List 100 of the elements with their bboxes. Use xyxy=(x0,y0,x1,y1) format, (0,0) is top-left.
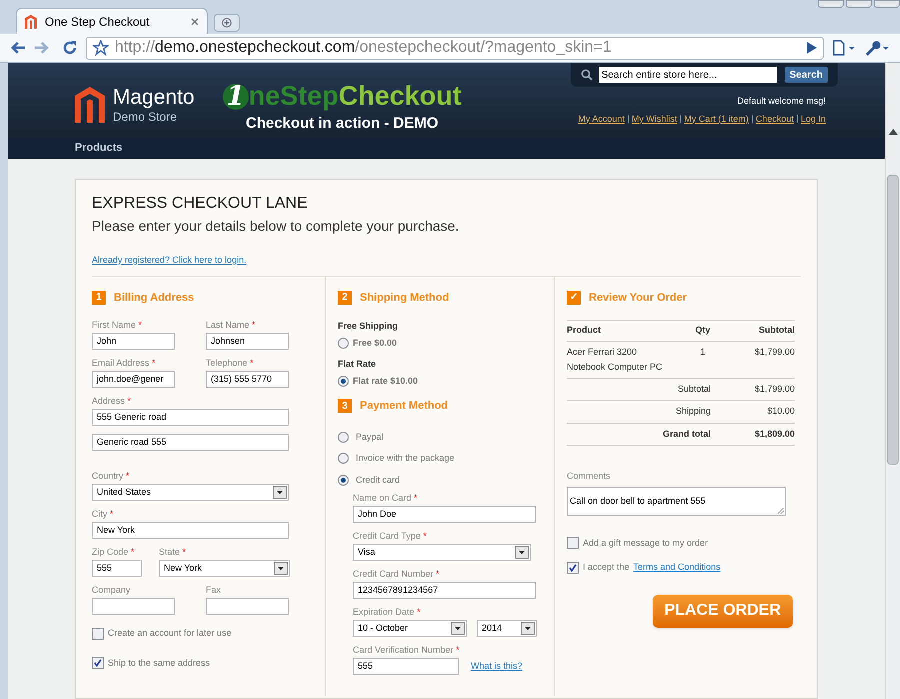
text-field[interactable]: Generic road 555 xyxy=(92,434,289,451)
field-label: Zip Code * xyxy=(92,547,136,558)
text-field[interactable]: John Doe xyxy=(353,506,536,523)
magento-logo-icon xyxy=(75,87,105,123)
header-link[interactable]: Log In xyxy=(800,112,826,126)
dropdown-caret-icon xyxy=(274,562,288,575)
section-title: Billing Address xyxy=(114,290,194,306)
text-field[interactable] xyxy=(206,598,289,615)
column-header: Product xyxy=(567,324,602,337)
text-field[interactable]: 555 Generic road xyxy=(92,409,289,426)
text-field[interactable]: John xyxy=(92,333,175,350)
back-arrow-icon[interactable] xyxy=(10,41,26,55)
text-field[interactable]: 555 xyxy=(92,560,142,577)
url-text: http://demo.onestepcheckout.com/onestepcheckout/?magento_skin=1 xyxy=(115,38,613,58)
text-field[interactable]: 555 xyxy=(353,658,459,675)
address-bar[interactable]: http://demo.onestepcheckout.com/onestepcheckout/?magento_skin=1 xyxy=(86,36,824,60)
store-subtitle: Demo Store xyxy=(113,111,178,123)
checkbox[interactable] xyxy=(567,562,579,574)
field-label: State * xyxy=(159,547,188,558)
select-field[interactable]: New York xyxy=(159,560,290,577)
section-title: Payment Method xyxy=(360,399,448,414)
store-name: Magento xyxy=(113,87,195,108)
select-field[interactable]: United States xyxy=(92,484,289,501)
dropdown-caret-icon xyxy=(451,622,465,635)
section-title: Shipping Method xyxy=(360,290,450,306)
scroll-up-icon[interactable] xyxy=(888,129,898,135)
text-field[interactable]: Johnsen xyxy=(206,333,289,350)
field-label: Fax xyxy=(206,585,222,596)
checkbox-label: Add a gift message to my order xyxy=(583,536,708,550)
radio-label: Flat rate $10.00 xyxy=(353,374,418,388)
table-cell-text: $1,799.00 xyxy=(754,346,795,358)
close-icon[interactable] xyxy=(191,18,199,26)
shipping-group-title: Free Shipping xyxy=(338,320,400,333)
reload-icon[interactable] xyxy=(62,40,78,56)
radio-button[interactable] xyxy=(338,338,349,349)
dropdown-caret-icon xyxy=(521,622,535,635)
tab-title: One Step Checkout xyxy=(45,14,151,30)
radio-button[interactable] xyxy=(338,376,349,387)
total-value: $1,799.00 xyxy=(754,382,795,396)
maximize-button[interactable] xyxy=(846,0,872,8)
text-field[interactable]: 1234567891234567 xyxy=(353,582,536,599)
browser-tab[interactable]: One Step Checkout xyxy=(16,8,208,34)
checkbox[interactable] xyxy=(567,537,579,550)
text-field[interactable]: (315) 555 5770 xyxy=(206,371,289,388)
text-field[interactable]: john.doe@gener xyxy=(92,371,175,388)
header-link[interactable]: My Cart (1 item) xyxy=(684,112,749,126)
field-label: Name on Card * xyxy=(353,493,419,504)
header-link[interactable]: My Wishlist xyxy=(632,112,678,126)
select-field[interactable]: 2014 xyxy=(477,620,537,637)
total-label: Subtotal xyxy=(676,382,712,396)
checkbox[interactable] xyxy=(92,657,104,670)
scrollbar[interactable] xyxy=(885,63,900,699)
radio-button[interactable] xyxy=(338,474,349,486)
dropdown-caret-icon xyxy=(273,486,287,499)
text-field[interactable] xyxy=(92,598,175,615)
nav-link[interactable]: Products xyxy=(75,140,123,157)
help-link[interactable]: What is this? xyxy=(471,660,523,674)
field-label: Email Address * xyxy=(92,358,157,369)
step-number: 3 xyxy=(338,399,352,414)
terms-link[interactable]: Terms and Conditions xyxy=(634,561,721,574)
select-field[interactable]: Visa xyxy=(353,544,531,561)
window-close-button[interactable] xyxy=(874,0,900,8)
field-label: First Name * xyxy=(92,320,144,331)
step-number: 1 xyxy=(92,290,106,305)
search-field[interactable]: Search entire store here... xyxy=(598,67,777,83)
search-icon xyxy=(580,69,593,81)
checkbox[interactable] xyxy=(92,628,104,640)
total-value: $10.00 xyxy=(766,405,795,418)
comments-field[interactable]: Call on door bell to apartment 555 xyxy=(567,486,786,516)
login-link[interactable]: Already registered? Click here to login. xyxy=(92,254,247,268)
radio-button[interactable] xyxy=(338,453,349,464)
header-link[interactable]: Checkout xyxy=(756,112,794,126)
tagline: Checkout in action - DEMO xyxy=(246,114,439,134)
select-field[interactable]: 10 - October xyxy=(353,620,467,637)
radio-button[interactable] xyxy=(338,432,349,443)
column-header: Subtotal xyxy=(758,324,795,337)
wrench-icon[interactable] xyxy=(864,40,890,56)
page-menu-icon[interactable] xyxy=(832,40,856,56)
step-number: 2 xyxy=(338,290,352,305)
text-field[interactable]: New York xyxy=(92,522,289,539)
search-button[interactable]: Search xyxy=(784,67,828,83)
shipping-group-title: Flat Rate xyxy=(338,358,378,371)
checkbox-label: I accept the xyxy=(583,561,630,574)
header-link[interactable]: My Account xyxy=(578,112,625,126)
field-label: Company xyxy=(92,585,132,596)
scrollbar-thumb[interactable] xyxy=(887,175,899,465)
column-header: Qty xyxy=(694,324,712,337)
field-label: Card Verification Number * xyxy=(353,645,461,656)
star-icon xyxy=(93,40,109,56)
checkout-title: EXPRESS CHECKOUT LANE xyxy=(92,194,309,214)
forward-arrow-icon[interactable] xyxy=(34,41,50,55)
radio-label: Credit card xyxy=(356,474,400,486)
table-cell-text: 1 xyxy=(699,346,706,358)
section-title: Review Your Order xyxy=(589,290,688,306)
checkmark-icon xyxy=(94,659,102,668)
radio-label: Paypal xyxy=(356,430,384,444)
play-icon[interactable] xyxy=(807,42,817,54)
step-number: ✓ xyxy=(567,290,581,305)
minimize-button[interactable] xyxy=(818,0,844,8)
new-tab-button[interactable] xyxy=(214,14,240,32)
